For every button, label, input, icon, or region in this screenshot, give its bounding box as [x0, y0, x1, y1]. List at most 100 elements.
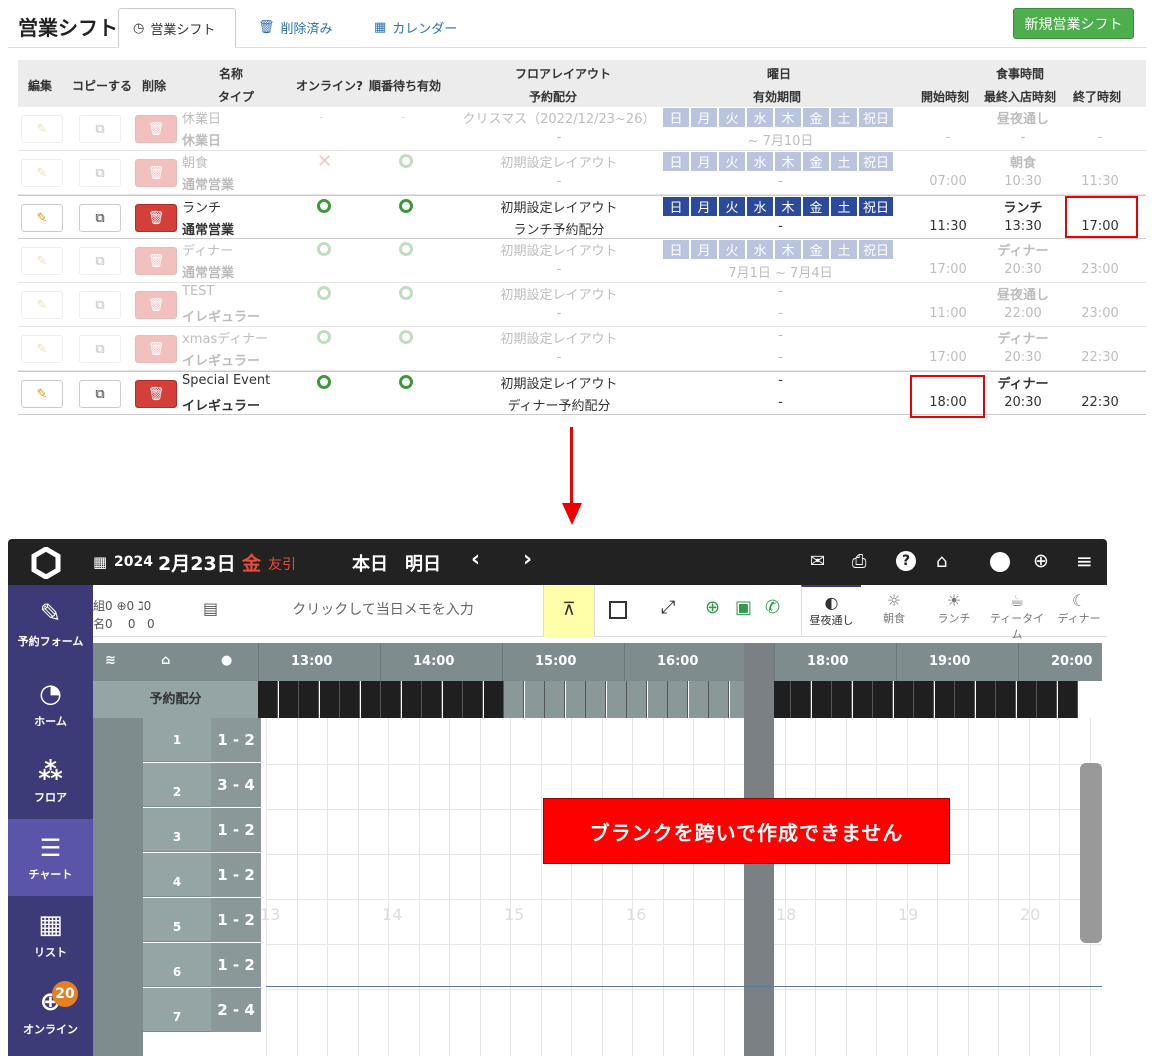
layers-icon[interactable]: ≋	[105, 653, 116, 668]
sidebar-item-chart[interactable]: ☰ チャート	[8, 819, 93, 896]
alloc-slot[interactable]	[565, 681, 586, 718]
phone-icon[interactable]: ✆	[765, 597, 780, 618]
alloc-slot[interactable]	[319, 681, 340, 718]
alloc-slot[interactable]	[524, 681, 545, 718]
print-icon[interactable]: ⎙	[852, 551, 866, 572]
table-label[interactable]: 6 1 - 2	[143, 943, 261, 987]
globe-icon[interactable]: ⊕	[1033, 550, 1049, 572]
table-label[interactable]: 4 1 - 2	[143, 853, 261, 897]
alloc-slot[interactable]	[606, 681, 627, 718]
alloc-slot[interactable]	[627, 681, 647, 718]
alloc-slot[interactable]	[1057, 681, 1078, 718]
globe-icon[interactable]: ⊕	[705, 597, 720, 618]
alloc-slot[interactable]	[299, 681, 319, 718]
sidebar-item-list[interactable]: ▦ リスト	[8, 896, 93, 973]
copy-button[interactable]: ⧉	[79, 115, 121, 143]
memo-input[interactable]: クリックして当日メモを入力	[233, 599, 533, 619]
alloc-slot[interactable]	[975, 681, 996, 718]
alloc-slot[interactable]	[709, 681, 729, 718]
delete-button[interactable]: 🗑	[135, 159, 177, 187]
alloc-slot[interactable]	[832, 681, 852, 718]
alloc-slot[interactable]	[483, 681, 504, 718]
table-label[interactable]: 1 1 - 2	[143, 718, 261, 762]
clipboard-icon[interactable]: ▣	[735, 597, 752, 618]
alloc-slot[interactable]	[668, 681, 688, 718]
alloc-slot[interactable]	[463, 681, 483, 718]
mail-icon[interactable]: ✉	[810, 551, 825, 572]
alloc-slot[interactable]	[1016, 681, 1037, 718]
alloc-slot[interactable]	[360, 681, 381, 718]
edit-button[interactable]: ✎	[21, 159, 63, 187]
alloc-slot[interactable]	[422, 681, 442, 718]
alloc-slot[interactable]	[545, 681, 565, 718]
edit-button[interactable]: ✎	[21, 291, 63, 319]
help-icon[interactable]: ?	[896, 551, 916, 571]
sidebar-item-floor[interactable]: ⁂ フロア	[8, 742, 93, 819]
alloc-slot[interactable]	[442, 681, 463, 718]
user-icon[interactable]	[990, 552, 1010, 572]
tab-calendar[interactable]: ▦ カレンダー	[360, 7, 471, 47]
next-day-icon[interactable]: ›	[523, 547, 532, 572]
delete-button[interactable]: 🗑	[135, 291, 177, 319]
copy-button[interactable]: ⧉	[79, 204, 121, 232]
alloc-slot[interactable]	[811, 681, 832, 718]
edit-button[interactable]: ✎	[21, 247, 63, 275]
delete-button[interactable]: 🗑	[135, 115, 177, 143]
shift-tab-allday[interactable]: ◐ 昼夜通し	[801, 585, 861, 637]
expand-icon[interactable]: ⤢	[661, 597, 675, 618]
copy-button[interactable]: ⧉	[79, 291, 121, 319]
shift-tab-breakfast[interactable]: ☼ 朝食	[865, 585, 923, 637]
edit-button[interactable]: ✎	[21, 204, 63, 232]
alloc-slot[interactable]	[873, 681, 893, 718]
sidebar-item-form[interactable]: ✎ 予約フォーム	[8, 585, 93, 662]
copy-button[interactable]: ⧉	[79, 380, 121, 408]
hat-icon[interactable]: ⌂	[161, 653, 170, 668]
alloc-slot[interactable]	[996, 681, 1016, 718]
alloc-slot[interactable]	[647, 681, 668, 718]
edit-button[interactable]: ✎	[21, 380, 63, 408]
alloc-slot[interactable]	[504, 681, 524, 718]
table-label[interactable]: 5 1 - 2	[143, 898, 261, 942]
alloc-slot[interactable]	[401, 681, 422, 718]
alloc-slot[interactable]	[893, 681, 914, 718]
copy-button[interactable]: ⧉	[79, 335, 121, 363]
table-label[interactable]: 7 2 - 4	[143, 988, 261, 1032]
alloc-slot[interactable]	[955, 681, 975, 718]
table-label[interactable]: 2 3 - 4	[143, 763, 261, 807]
alloc-slot[interactable]	[1037, 681, 1057, 718]
select-box-icon[interactable]	[609, 601, 627, 619]
delete-button[interactable]: 🗑	[135, 335, 177, 363]
copy-button[interactable]: ⧉	[79, 247, 121, 275]
delete-button[interactable]: 🗑	[135, 204, 177, 232]
new-shift-button[interactable]: 新規営業シフト	[1013, 8, 1134, 39]
blank-mode-icon[interactable]: ⊼	[543, 585, 595, 637]
table-label[interactable]: 3 1 - 2	[143, 808, 261, 852]
alloc-slot[interactable]	[934, 681, 955, 718]
sidebar-item-online[interactable]: ⊕ オンライン	[8, 973, 93, 1050]
alloc-slot[interactable]	[340, 681, 360, 718]
alloc-slot[interactable]	[688, 681, 709, 718]
alloc-slot[interactable]	[278, 681, 299, 718]
person-icon[interactable]: ●	[221, 653, 232, 668]
alloc-slot[interactable]	[852, 681, 873, 718]
tab-shifts[interactable]: ◷ 営業シフト	[118, 8, 236, 48]
shift-tab-lunch[interactable]: ☀ ランチ	[925, 585, 983, 637]
menu-icon[interactable]: ≡	[1076, 549, 1093, 573]
alloc-slot[interactable]	[258, 681, 278, 718]
date[interactable]: 2月23日	[158, 549, 236, 576]
alloc-slot[interactable]	[586, 681, 606, 718]
alloc-slot[interactable]	[914, 681, 934, 718]
edit-button[interactable]: ✎	[21, 335, 63, 363]
shift-tab-dinner[interactable]: ☾ ディナー	[1051, 585, 1107, 637]
sidebar-item-home[interactable]: ◔ ホーム	[8, 665, 93, 742]
delete-button[interactable]: 🗑	[135, 380, 177, 408]
tab-deleted[interactable]: 🗑 削除済み	[244, 7, 347, 47]
alloc-slot[interactable]	[791, 681, 811, 718]
delete-button[interactable]: 🗑	[135, 247, 177, 275]
prev-day-icon[interactable]: ‹	[471, 547, 480, 572]
today-button[interactable]: 本日	[352, 550, 388, 576]
tomorrow-button[interactable]: 明日	[405, 550, 441, 576]
scrollbar-thumb[interactable]	[1080, 763, 1102, 943]
edit-button[interactable]: ✎	[21, 115, 63, 143]
copy-button[interactable]: ⧉	[79, 159, 121, 187]
